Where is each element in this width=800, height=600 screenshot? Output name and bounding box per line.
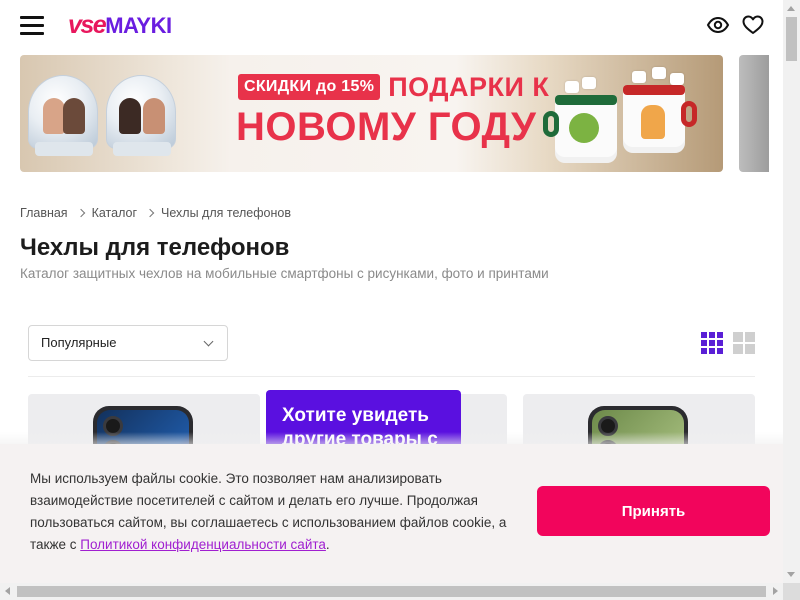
horizontal-scrollbar[interactable]: [0, 583, 783, 600]
cookie-text: Мы используем файлы cookie. Это позволяе…: [30, 468, 520, 556]
promo-line-2: НОВОМУ ГОДУ: [236, 105, 537, 149]
page: vseMAYKI СКИДКИ до 15% ПОДАРКИ К НОВОМУ …: [0, 0, 800, 600]
sort-selected-value: Популярные: [41, 335, 117, 350]
page-subtitle: Каталог защитных чехлов на мобильные сма…: [20, 266, 549, 281]
site-header: vseMAYKI: [0, 0, 783, 52]
cookie-text-end: .: [325, 537, 330, 552]
scroll-left-icon[interactable]: [5, 587, 10, 595]
vertical-scrollbar[interactable]: [783, 0, 800, 583]
chevron-right-icon: [145, 208, 155, 218]
next-banner-peek[interactable]: [739, 55, 769, 172]
divider: [28, 376, 755, 377]
privacy-policy-link[interactable]: Политикой конфиденциальности сайта: [80, 537, 326, 552]
scroll-down-icon[interactable]: [787, 572, 795, 577]
cookie-banner: Мы используем файлы cookie. Это позволяе…: [0, 444, 783, 584]
breadcrumb-current[interactable]: Чехлы для телефонов: [161, 206, 291, 220]
scroll-right-icon[interactable]: [773, 587, 778, 595]
chevron-right-icon: [76, 208, 85, 218]
promo-line-1: ПОДАРКИ К: [388, 71, 550, 102]
logo-part-mayki: MAYKI: [105, 13, 172, 38]
site-logo[interactable]: vseMAYKI: [68, 11, 172, 40]
snow-globe-image: [106, 75, 176, 156]
cookie-shadow: [0, 432, 783, 444]
heart-icon[interactable]: [741, 13, 765, 37]
logo-part-vse: vse: [68, 11, 107, 39]
horizontal-scroll-thumb[interactable]: [17, 586, 766, 597]
promo-headline-row: СКИДКИ до 15% ПОДАРКИ К: [238, 72, 549, 102]
scroll-up-icon[interactable]: [787, 6, 795, 11]
chevron-down-icon: [203, 336, 214, 347]
page-title: Чехлы для телефонов: [20, 234, 290, 261]
breadcrumb-home[interactable]: Главная: [20, 206, 68, 220]
eye-icon[interactable]: [706, 13, 730, 37]
snow-globe-image: [28, 75, 98, 156]
promo-banner[interactable]: СКИДКИ до 15% ПОДАРКИ К НОВОМУ ГОДУ: [20, 55, 723, 172]
grid-2x2-icon[interactable]: [733, 332, 755, 354]
scrollbar-corner: [783, 583, 800, 600]
grid-3x3-icon[interactable]: [701, 332, 723, 354]
breadcrumb-catalog[interactable]: Каталог: [92, 206, 137, 220]
mug-image: [623, 85, 697, 153]
breadcrumb: Главная Каталог Чехлы для телефонов: [20, 206, 291, 220]
accept-cookies-button[interactable]: Принять: [537, 486, 770, 536]
vertical-scroll-thumb[interactable]: [786, 17, 797, 61]
sort-select[interactable]: Популярные: [28, 325, 228, 361]
menu-icon[interactable]: [20, 14, 44, 36]
discount-badge: СКИДКИ до 15%: [238, 74, 381, 100]
mug-image: [543, 95, 617, 163]
